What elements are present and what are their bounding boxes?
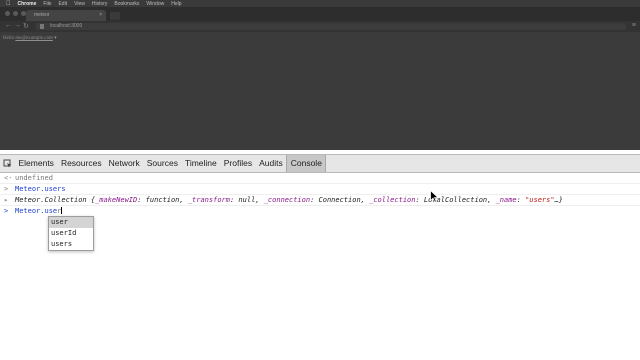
devtools-tabs: Elements Resources Network Sources Timel…	[15, 155, 327, 172]
browser-tab-strip: meteor ×	[0, 7, 640, 21]
autocomplete-popup: user userId users	[48, 216, 94, 251]
prompt-icon: >	[4, 207, 9, 215]
console-line[interactable]: ▸ Meteor.Collection {_makeNewID: functio…	[0, 195, 640, 206]
expand-arrow-icon[interactable]: ▸	[4, 196, 12, 204]
autocomplete-item[interactable]: userId	[49, 228, 93, 239]
page-content: Hello me@example.com ▾	[0, 32, 640, 150]
tab-elements[interactable]: Elements	[15, 155, 57, 172]
greeting-prefix: Hello	[3, 36, 16, 41]
menu-item-file[interactable]: File	[43, 1, 51, 7]
console-command-text: Meteor.users	[15, 185, 66, 193]
close-window-button[interactable]	[5, 11, 10, 16]
console-line: <· undefined	[0, 173, 640, 184]
tab-audits[interactable]: Audits	[256, 155, 287, 172]
menu-item-window[interactable]: Window	[146, 1, 164, 7]
tab-profiles[interactable]: Profiles	[220, 155, 255, 172]
devtools-panel: Elements Resources Network Sources Timel…	[0, 150, 640, 360]
page-icon	[40, 24, 44, 29]
user-email-link[interactable]: me@example.com	[15, 36, 53, 41]
console-input-typed: Meteor.use	[15, 207, 58, 215]
inspect-element-icon[interactable]	[3, 159, 12, 168]
menu-bar:  Chrome File Edit View History Bookmark…	[0, 0, 640, 7]
browser-toolbar: ← → ↻ localhost:3000 ≡	[0, 21, 640, 32]
console-prompt-line[interactable]: > Meteor.user	[0, 206, 640, 217]
menu-item-history[interactable]: History	[92, 1, 108, 7]
back-icon[interactable]: ←	[5, 22, 12, 29]
window-controls	[5, 11, 26, 16]
tab-resources[interactable]: Resources	[57, 155, 105, 172]
tab-console[interactable]: Console	[286, 155, 327, 172]
menu-item-view[interactable]: View	[74, 1, 85, 7]
new-tab-button[interactable]	[110, 12, 120, 20]
browser-tab[interactable]: meteor ×	[26, 10, 106, 21]
dropdown-arrow-icon[interactable]: ▾	[54, 36, 57, 41]
apple-icon[interactable]: 	[6, 1, 11, 7]
mouse-pointer-icon	[430, 190, 439, 203]
forward-icon[interactable]: →	[14, 22, 21, 29]
close-tab-icon[interactable]: ×	[99, 10, 102, 21]
console-object-text: Meteor.Collection {_makeNewID: function,…	[15, 196, 564, 204]
text-caret	[61, 207, 63, 214]
console-result-text: undefined	[15, 174, 53, 182]
menu-item-app[interactable]: Chrome	[18, 1, 37, 7]
minimize-window-button[interactable]	[13, 11, 18, 16]
autocomplete-item[interactable]: user	[49, 217, 93, 228]
tab-timeline[interactable]: Timeline	[181, 155, 220, 172]
autocomplete-item[interactable]: users	[49, 239, 93, 250]
browser-menu-icon[interactable]: ≡	[632, 22, 636, 29]
tab-network[interactable]: Network	[105, 155, 143, 172]
console-input[interactable]: Meteor.user	[15, 207, 63, 215]
greeting-text: Hello me@example.com ▾	[3, 35, 57, 41]
reload-icon[interactable]: ↻	[23, 22, 29, 30]
input-prefix-icon: >	[4, 185, 9, 193]
tab-sources[interactable]: Sources	[143, 155, 181, 172]
menu-item-edit[interactable]: Edit	[58, 1, 67, 7]
address-bar-url: localhost:3000	[50, 23, 83, 29]
menu-item-bookmarks[interactable]: Bookmarks	[114, 1, 139, 7]
result-prefix-icon: <·	[4, 174, 13, 182]
address-bar[interactable]: localhost:3000	[36, 23, 626, 30]
console-line: > Meteor.users	[0, 184, 640, 195]
tab-title: meteor	[34, 12, 50, 18]
devtools-toolbar: Elements Resources Network Sources Timel…	[0, 154, 640, 173]
menu-item-help[interactable]: Help	[171, 1, 181, 7]
